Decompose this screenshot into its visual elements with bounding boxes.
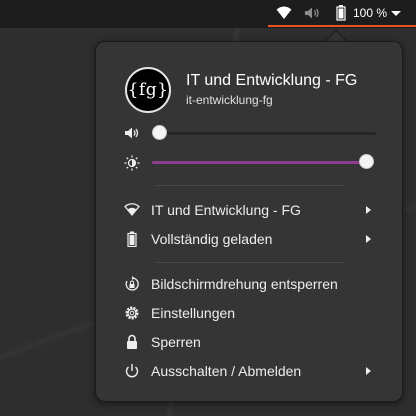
shutdown-menu-item[interactable]: Ausschalten / Abmelden: [96, 359, 402, 383]
shutdown-label: Ausschalten / Abmelden: [151, 363, 302, 379]
lock-label: Sperren: [151, 334, 201, 350]
status-area-active-indicator: [268, 25, 416, 27]
battery-full-icon: [336, 5, 346, 21]
account-name[interactable]: IT und Entwicklung - FG: [186, 72, 357, 90]
brightness-slider-track[interactable]: [152, 161, 368, 164]
rotation-lock-label: Bildschirmdrehung entsperren: [151, 276, 338, 292]
battery-percentage: 100 %: [353, 6, 388, 20]
system-menu: {fg} IT und Entwicklung - FG it-entwickl…: [95, 41, 403, 402]
wifi-icon: [276, 6, 292, 19]
lock-icon: [127, 334, 137, 349]
settings-label: Einstellungen: [151, 305, 236, 321]
chevron-right-icon: [366, 235, 371, 243]
power-icon: [125, 364, 139, 378]
chevron-right-icon: [366, 206, 371, 214]
chevron-down-icon: [391, 11, 401, 16]
gear-icon: [125, 306, 139, 320]
chevron-right-icon: [366, 367, 371, 375]
settings-menu-item[interactable]: Einstellungen: [96, 301, 402, 325]
power-label: Vollständig geladen: [151, 231, 273, 247]
avatar-text: {fg}: [127, 80, 169, 100]
separator: [156, 185, 344, 186]
brightness-slider-knob[interactable]: [359, 154, 374, 169]
network-menu-item[interactable]: IT und Entwicklung - FG: [96, 198, 402, 222]
account-username: it-entwicklung-fg: [186, 93, 273, 107]
brightness-icon: [124, 155, 140, 171]
battery-full-icon: [127, 231, 137, 247]
network-label: IT und Entwicklung - FG: [151, 202, 301, 218]
top-bar: 100 %: [0, 0, 416, 28]
wifi-icon: [124, 203, 140, 217]
power-menu-item[interactable]: Vollständig geladen: [96, 227, 402, 251]
rotation-lock-icon: [125, 276, 139, 291]
separator: [156, 262, 344, 263]
speaker-icon: [125, 127, 139, 139]
volume-slider-knob[interactable]: [152, 125, 167, 140]
volume-slider-track[interactable]: [152, 132, 376, 135]
lock-menu-item[interactable]: Sperren: [96, 330, 402, 354]
user-avatar[interactable]: {fg}: [125, 67, 171, 113]
volume-muted-icon: [305, 7, 319, 19]
rotation-lock-menu-item[interactable]: Bildschirmdrehung entsperren: [96, 272, 402, 296]
